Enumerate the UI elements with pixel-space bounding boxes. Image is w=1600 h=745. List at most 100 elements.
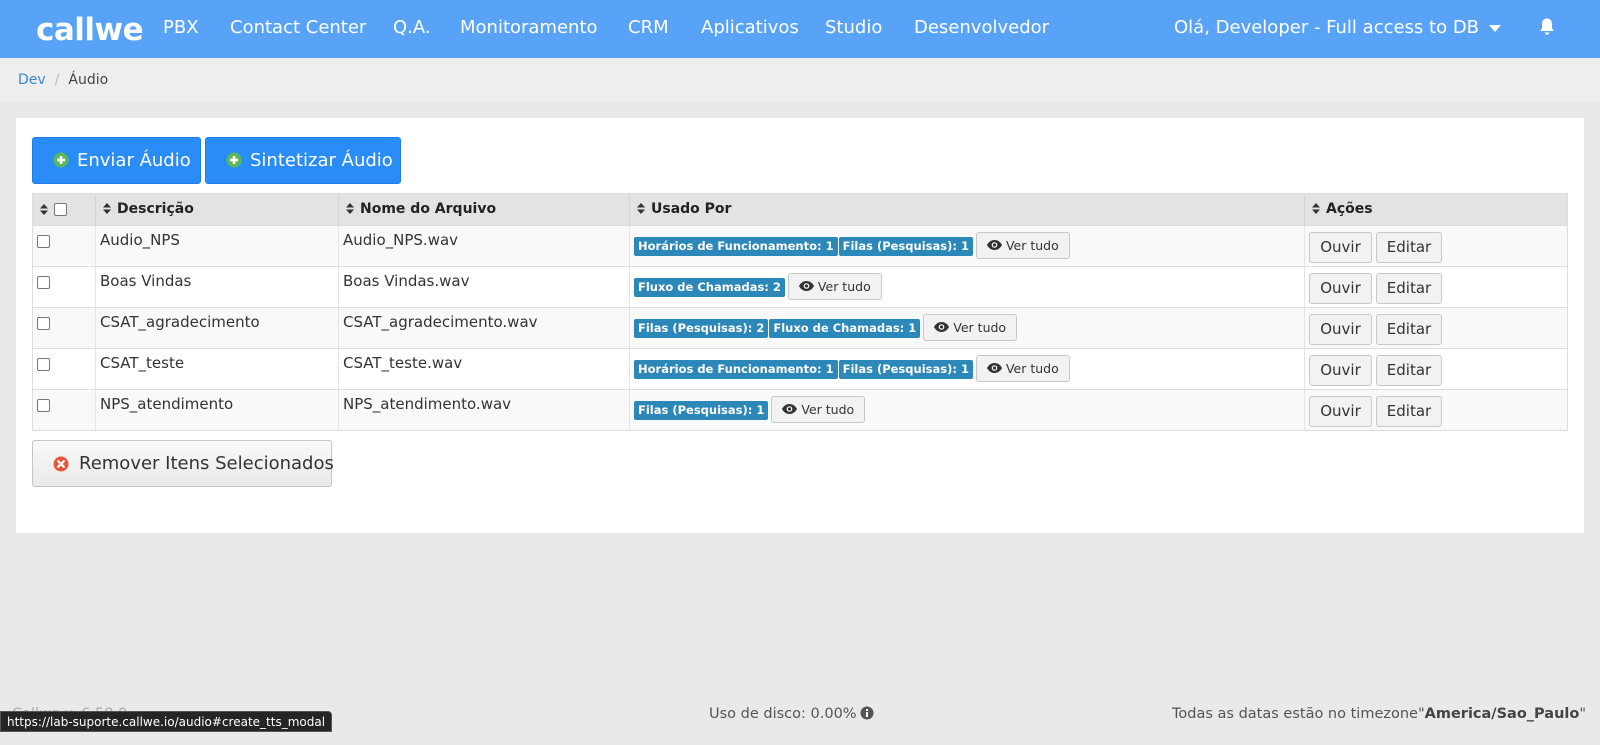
upload-audio-button[interactable]: Enviar Áudio [32,137,201,184]
view-all-button[interactable]: Ver tudo [923,314,1018,341]
nav-item-studio[interactable]: Studio [825,0,882,58]
view-all-label: Ver tudo [1005,361,1059,376]
view-all-button[interactable]: Ver tudo [771,396,866,423]
table-row: Boas Vindas Boas Vindas.wav Fluxo de Cha… [33,266,1567,307]
select-all-checkbox[interactable] [54,203,67,216]
sort-icon [103,203,111,214]
nav-item-monitoramento[interactable]: Monitoramento [460,0,598,58]
actions-cell: Ouvir Editar [1305,349,1567,389]
actions-cell: Ouvir Editar [1305,308,1567,348]
edit-button[interactable]: Editar [1376,273,1442,304]
table-row: CSAT_agradecimento CSAT_agradecimento.wa… [33,307,1567,348]
row-checkbox[interactable] [37,399,50,412]
filename-cell: CSAT_agradecimento.wav [339,308,630,348]
header-description-label: Descrição [117,201,194,217]
row-select-cell [33,349,96,389]
filename-cell: Audio_NPS.wav [339,226,630,266]
edit-button[interactable]: Editar [1376,355,1442,386]
status-bar-url: https://lab-suporte.callwe.io/audio#crea… [0,711,333,732]
remove-selected-button[interactable]: Remover Itens Selecionados [32,440,334,487]
nav-item-contact-center[interactable]: Contact Center [230,0,366,58]
usage-badge: Filas (Pesquisas): 1 [634,401,769,420]
listen-button[interactable]: Ouvir [1309,273,1372,304]
row-checkbox[interactable] [37,235,50,248]
usage-badge: Horários de Funcionamento: 1 [634,360,838,379]
row-checkbox[interactable] [37,317,50,330]
breadcrumb-separator: / [54,72,60,88]
description-text: NPS_atendimento [100,395,234,413]
eye-icon [782,404,798,414]
table-row: CSAT_teste CSAT_teste.wav Horários de Fu… [33,348,1567,389]
row-checkbox[interactable] [37,358,50,371]
usage-badge: Filas (Pesquisas): 1 [838,237,973,256]
view-all-label: Ver tudo [953,320,1007,335]
used-by-cell: Fluxo de Chamadas: 2 Ver tudo [630,267,1305,307]
view-all-button[interactable]: Ver tudo [975,232,1070,259]
row-select-cell [33,267,96,307]
actions-cell: Ouvir Editar [1305,226,1567,266]
view-all-label: Ver tudo [1005,238,1059,253]
plus-circle-icon [226,152,242,168]
timezone-info: Todas as datas estão no timezone"America… [1172,696,1586,732]
callwe-logo[interactable]: callwe [36,10,144,50]
row-checkbox[interactable] [37,276,50,289]
filename-text: Audio_NPS.wav [343,231,459,249]
disk-usage: Uso de disco: 0.00% [709,696,874,732]
header-actions[interactable]: Ações [1305,194,1567,225]
upload-audio-label: Enviar Áudio [77,150,191,171]
listen-button[interactable]: Ouvir [1309,314,1372,345]
row-select-cell [33,390,96,430]
header-description[interactable]: Descrição [96,194,339,225]
filename-text: CSAT_agradecimento.wav [343,313,538,331]
plus-circle-icon [53,152,69,168]
header-used-by[interactable]: Usado Por [630,194,1305,225]
timezone-value: America/Sao_Paulo [1424,706,1580,722]
synthesize-audio-label: Sintetizar Áudio [250,150,393,171]
listen-button[interactable]: Ouvir [1309,355,1372,386]
filename-cell: Boas Vindas.wav [339,267,630,307]
user-menu[interactable]: Olá, Developer - Full access to DB [1174,0,1502,58]
edit-button[interactable]: Editar [1376,232,1442,263]
top-navbar: callwe PBX Contact Center Q.A. Monitoram… [0,0,1600,58]
edit-button[interactable]: Editar [1376,396,1442,427]
used-by-cell: Filas (Pesquisas): 1 Ver tudo [630,390,1305,430]
synthesize-audio-button[interactable]: Sintetizar Áudio [205,137,401,184]
nav-item-qa[interactable]: Q.A. [393,0,431,58]
breadcrumb: Dev / Áudio [0,58,1600,101]
description-cell: CSAT_teste [96,349,339,389]
nav-item-desenvolvedor[interactable]: Desenvolvedor [914,0,1049,58]
used-by-cell: Filas (Pesquisas): 2 Fluxo de Chamadas: 1… [630,308,1305,348]
breadcrumb-dev-link[interactable]: Dev [18,72,46,88]
view-all-button[interactable]: Ver tudo [975,355,1070,382]
description-cell: Audio_NPS [96,226,339,266]
breadcrumb-current: Áudio [68,72,109,88]
usage-badge: Horários de Funcionamento: 1 [634,237,838,256]
used-by-cell: Horários de Funcionamento: 1 Filas (Pesqu… [630,349,1305,389]
table-row: Audio_NPS Audio_NPS.wav Horários de Func… [33,225,1567,266]
filename-text: NPS_atendimento.wav [343,395,512,413]
usage-badge: Fluxo de Chamadas: 2 [634,278,785,297]
table-body: Audio_NPS Audio_NPS.wav Horários de Func… [33,225,1567,430]
listen-button[interactable]: Ouvir [1309,396,1372,427]
view-all-button[interactable]: Ver tudo [787,273,882,300]
bell-icon[interactable] [1538,17,1556,37]
listen-button[interactable]: Ouvir [1309,232,1372,263]
filename-cell: CSAT_teste.wav [339,349,630,389]
actions-cell: Ouvir Editar [1305,390,1567,430]
sort-icon [1312,203,1320,214]
info-icon[interactable] [860,706,874,720]
row-select-cell [33,308,96,348]
used-by-cell: Horários de Funcionamento: 1 Filas (Pesqu… [630,226,1305,266]
header-select-all[interactable] [33,194,96,225]
usage-badge: Filas (Pesquisas): 2 [634,319,769,338]
description-cell: Boas Vindas [96,267,339,307]
remove-selected-label: Remover Itens Selecionados [79,453,334,474]
edit-button[interactable]: Editar [1376,314,1442,345]
nav-item-aplicativos[interactable]: Aplicativos [701,0,799,58]
nav-item-crm[interactable]: CRM [628,0,669,58]
filename-cell: NPS_atendimento.wav [339,390,630,430]
sort-icon[interactable] [40,204,48,215]
disk-usage-label: Uso de disco: 0.00% [709,706,857,722]
nav-item-pbx[interactable]: PBX [163,0,199,58]
header-filename[interactable]: Nome do Arquivo [339,194,630,225]
